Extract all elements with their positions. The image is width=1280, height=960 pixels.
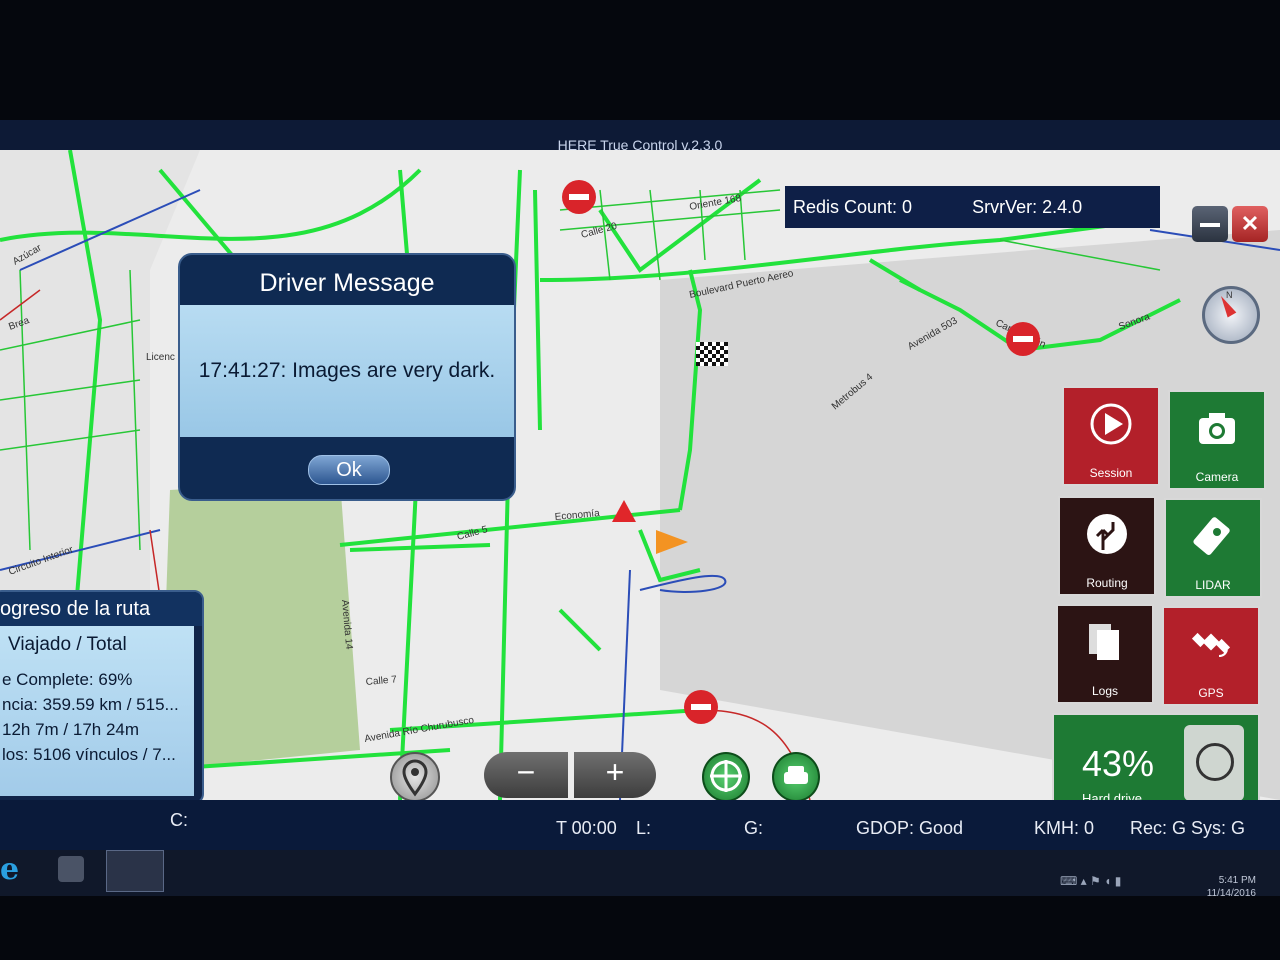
minimize-button[interactable] (1192, 206, 1228, 242)
route-complete: e Complete: 69% (2, 670, 133, 689)
checkered-flag-icon (696, 342, 728, 366)
route-time: 12h 7m / 17h 24m (2, 720, 140, 739)
redis-count: Redis Count: 0 (793, 196, 913, 217)
route-progress-header: Viajado / Total (8, 634, 127, 655)
system-tray[interactable]: ⌨ ▴ ⚑ ◖ ▮ (1060, 874, 1121, 888)
routing-label: Routing (1086, 576, 1128, 590)
lidar-button[interactable]: LIDAR (1164, 498, 1262, 598)
camera-icon (1199, 413, 1235, 444)
status-l: L: (636, 818, 652, 838)
logs-icon (1089, 624, 1119, 660)
status-bar: C: T 00:00 L: G: GDOP: Good KMH: 0 Rec: … (0, 800, 1280, 854)
route-progress-body: Viajado / Total e Complete: 69% ncia: 35… (0, 626, 194, 796)
session-button[interactable]: Session (1062, 386, 1160, 486)
route-progress-title: ogreso de la ruta (0, 592, 202, 626)
logs-label: Logs (1091, 684, 1119, 698)
dialog-message: 17:41:27: Images are very dark. (180, 305, 514, 437)
location-pin-button[interactable] (390, 752, 440, 802)
stop-sign-icon (1006, 322, 1040, 356)
status-gdop: GDOP: Good (856, 818, 964, 838)
gps-button[interactable]: GPS (1162, 606, 1260, 706)
route-distance: ncia: 359.59 km / 515... (2, 695, 179, 714)
keyboard-icon[interactable]: ⌨ (1060, 874, 1077, 888)
street-label: Calle 5 (456, 524, 489, 543)
close-button[interactable]: ✕ (1232, 206, 1268, 242)
satellite-icon (1191, 632, 1231, 657)
taskbar (0, 850, 1280, 896)
status-time: T 00:00 (556, 818, 617, 838)
play-icon (1090, 403, 1132, 445)
stop-sign-icon (562, 180, 596, 214)
crosshair-icon (710, 760, 742, 792)
status-g: G: (744, 818, 764, 838)
hard-drive-icon (1184, 725, 1244, 801)
taskbar-app-icon[interactable] (58, 856, 84, 882)
lidar-label: LIDAR (1195, 578, 1231, 592)
logs-button[interactable]: Logs (1056, 604, 1154, 704)
compass-north-label: N (1226, 290, 1233, 300)
warning-triangle-icon (612, 500, 636, 522)
zoom-in-button[interactable]: + (574, 752, 656, 798)
route-links: los: 5106 vínculos / 7... (2, 745, 176, 764)
compass-icon[interactable]: N (1202, 286, 1260, 344)
ok-button[interactable]: Ok (308, 455, 390, 485)
taskbar-clock[interactable]: 5:41 PM 11/14/2016 (1196, 874, 1256, 900)
hard-drive-value: 43% (1082, 743, 1155, 784)
route-progress-panel: ogreso de la ruta Viajado / Total e Comp… (0, 590, 204, 804)
stop-sign-icon (684, 690, 718, 724)
internet-explorer-icon[interactable]: e (0, 852, 30, 887)
street-label: Avenida Río Churubusco (364, 715, 476, 745)
routing-button[interactable]: Routing (1058, 496, 1156, 596)
lidar-icon (1193, 517, 1230, 555)
server-version: SrvrVer: 2.4.0 (972, 196, 1083, 217)
routing-icon (1087, 514, 1127, 554)
status-rec-sys: Rec: G Sys: G (1130, 818, 1246, 838)
camera-button[interactable]: Camera (1168, 390, 1266, 490)
gps-label: GPS (1198, 686, 1224, 700)
driver-message-dialog: Driver Message 17:41:27: Images are very… (178, 253, 516, 501)
taskbar-date: 11/14/2016 (1206, 888, 1256, 899)
status-kmh: KMH: 0 (1034, 818, 1095, 838)
camera-label: Camera (1195, 470, 1239, 484)
zoom-out-button[interactable]: − (484, 752, 568, 798)
follow-vehicle-button[interactable] (772, 752, 820, 802)
location-pin-icon (402, 759, 428, 797)
car-icon (784, 766, 808, 784)
center-map-button[interactable] (702, 752, 750, 802)
status-header: Redis Count: 0 SrvrVer: 2.4.0 (785, 186, 1160, 228)
street-label: Licenc (146, 352, 175, 363)
taskbar-time: 5:41 PM (1218, 875, 1256, 886)
dialog-title: Driver Message (259, 269, 435, 297)
street-label: Calle 7 (365, 674, 397, 688)
taskbar-true-control-icon[interactable] (106, 850, 164, 892)
status-drive: C: (170, 810, 188, 830)
session-label: Session (1089, 466, 1133, 480)
street-label: Calle 20 (580, 221, 619, 241)
